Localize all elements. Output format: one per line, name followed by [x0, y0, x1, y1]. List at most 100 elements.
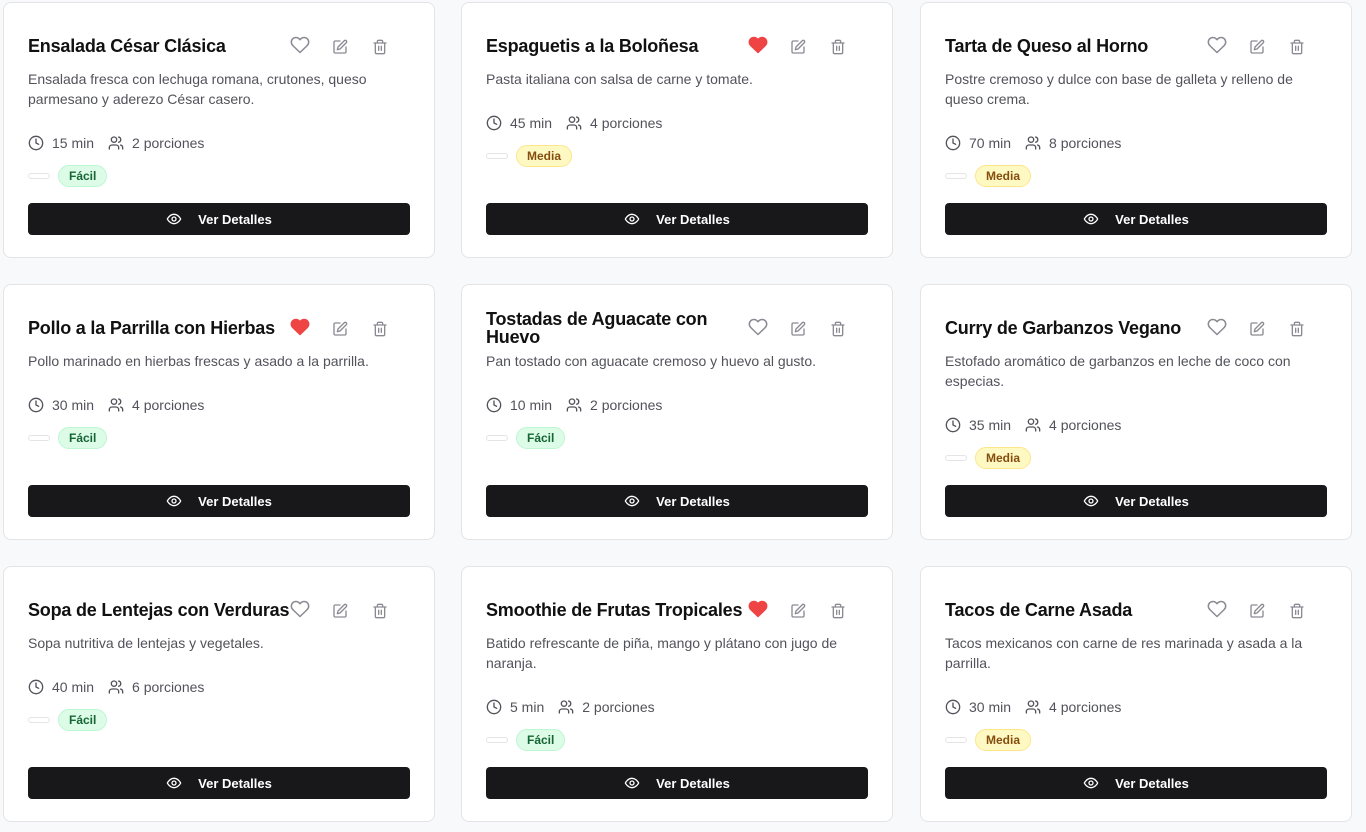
favorite-button[interactable] — [288, 599, 312, 623]
recipe-card: Tacos de Carne Asada Tacos mexicanos con… — [920, 566, 1352, 822]
trash-icon — [372, 603, 388, 619]
trash-icon — [830, 603, 846, 619]
trash-icon — [1289, 603, 1305, 619]
view-details-button[interactable]: Ver Detalles — [28, 203, 410, 235]
view-details-label: Ver Detalles — [198, 493, 272, 509]
view-details-button[interactable]: Ver Detalles — [945, 485, 1327, 517]
users-icon — [1025, 135, 1045, 151]
edit-button[interactable] — [1245, 317, 1269, 341]
delete-button[interactable] — [826, 35, 850, 59]
recipe-title: Ensalada César Clásica — [28, 36, 226, 56]
clock-icon — [945, 699, 965, 715]
clock-icon — [28, 397, 48, 413]
recipe-description: Pollo marinado en hierbas frescas y asad… — [28, 353, 369, 369]
eye-icon — [1083, 493, 1107, 509]
recipe-description: Ensalada fresca con lechuga romana, crut… — [28, 71, 367, 107]
delete-button[interactable] — [1285, 317, 1309, 341]
favorite-button[interactable] — [746, 317, 770, 341]
favorite-button[interactable] — [746, 599, 770, 623]
delete-button[interactable] — [368, 35, 392, 59]
favorite-button[interactable] — [288, 317, 312, 341]
clock-icon — [486, 115, 506, 131]
delete-button[interactable] — [368, 599, 392, 623]
view-details-button[interactable]: Ver Detalles — [945, 203, 1327, 235]
recipe-servings: 4 porciones — [1049, 417, 1122, 433]
heart-icon — [290, 599, 310, 624]
recipe-servings: 4 porciones — [132, 397, 205, 413]
recipe-meta: 45 min 4 porciones — [486, 113, 676, 133]
recipe-time: 15 min — [52, 135, 95, 151]
view-details-label: Ver Detalles — [656, 211, 730, 227]
recipe-servings: 2 porciones — [582, 699, 655, 715]
empty-tag — [945, 455, 967, 461]
favorite-button[interactable] — [1205, 35, 1229, 59]
view-details-label: Ver Detalles — [198, 775, 272, 791]
edit-button[interactable] — [786, 35, 810, 59]
edit-button[interactable] — [328, 317, 352, 341]
heart-icon — [1207, 317, 1227, 342]
recipe-tags: Fácil — [28, 427, 108, 449]
edit-icon — [332, 321, 348, 337]
clock-icon — [28, 135, 48, 151]
recipe-time: 30 min — [969, 699, 1012, 715]
edit-button[interactable] — [1245, 599, 1269, 623]
edit-button[interactable] — [328, 599, 352, 623]
favorite-button[interactable] — [288, 35, 312, 59]
recipe-card: Tostadas de Aguacate con Huevo Pan tosta… — [461, 284, 893, 540]
view-details-button[interactable]: Ver Detalles — [28, 485, 410, 517]
recipe-servings: 8 porciones — [1049, 135, 1122, 151]
delete-button[interactable] — [368, 317, 392, 341]
recipe-title: Smoothie de Frutas Tropicales — [486, 600, 743, 620]
recipe-title: Tacos de Carne Asada — [945, 600, 1133, 620]
clock-icon — [486, 699, 506, 715]
favorite-button[interactable] — [1205, 599, 1229, 623]
heart-icon — [290, 35, 310, 60]
recipe-description: Tacos mexicanos con carne de res marinad… — [945, 635, 1303, 671]
view-details-button[interactable]: Ver Detalles — [486, 767, 868, 799]
view-details-label: Ver Detalles — [1115, 775, 1189, 791]
recipe-card: Tarta de Queso al Horno Postre cremoso y… — [920, 2, 1352, 258]
recipe-meta: 30 min 4 porciones — [28, 395, 218, 415]
recipe-time: 35 min — [969, 417, 1012, 433]
view-details-button[interactable]: Ver Detalles — [486, 203, 868, 235]
recipe-card: Smoothie de Frutas Tropicales Batido ref… — [461, 566, 893, 822]
users-icon — [566, 397, 586, 413]
recipe-title: Espaguetis a la Boloñesa — [486, 36, 699, 56]
delete-button[interactable] — [1285, 599, 1309, 623]
trash-icon — [830, 321, 846, 337]
edit-button[interactable] — [786, 599, 810, 623]
recipe-meta: 10 min 2 porciones — [486, 395, 676, 415]
delete-button[interactable] — [826, 317, 850, 341]
difficulty-badge: Media — [975, 447, 1032, 469]
eye-icon — [166, 775, 190, 791]
eye-icon — [166, 493, 190, 509]
empty-tag — [28, 435, 50, 441]
eye-icon — [624, 493, 648, 509]
recipe-card: Curry de Garbanzos Vegano Estofado aromá… — [920, 284, 1352, 540]
recipe-tags: Fácil — [486, 427, 566, 449]
view-details-button[interactable]: Ver Detalles — [486, 485, 868, 517]
delete-button[interactable] — [1285, 35, 1309, 59]
recipe-servings: 6 porciones — [132, 679, 205, 695]
users-icon — [558, 699, 578, 715]
favorite-button[interactable] — [746, 35, 770, 59]
difficulty-badge: Fácil — [58, 427, 108, 449]
eye-icon — [1083, 211, 1107, 227]
edit-button[interactable] — [1245, 35, 1269, 59]
recipe-time: 5 min — [510, 699, 545, 715]
recipe-meta: 70 min 8 porciones — [945, 133, 1135, 153]
delete-button[interactable] — [826, 599, 850, 623]
difficulty-badge: Media — [516, 145, 573, 167]
edit-button[interactable] — [328, 35, 352, 59]
view-details-button[interactable]: Ver Detalles — [28, 767, 410, 799]
view-details-button[interactable]: Ver Detalles — [945, 767, 1327, 799]
empty-tag — [486, 737, 508, 743]
trash-icon — [1289, 321, 1305, 337]
recipe-meta: 40 min 6 porciones — [28, 677, 218, 697]
recipe-tags: Fácil — [28, 709, 108, 731]
recipe-time: 30 min — [52, 397, 95, 413]
favorite-button[interactable] — [1205, 317, 1229, 341]
edit-button[interactable] — [786, 317, 810, 341]
edit-icon — [1249, 321, 1265, 337]
recipe-meta: 30 min 4 porciones — [945, 697, 1135, 717]
